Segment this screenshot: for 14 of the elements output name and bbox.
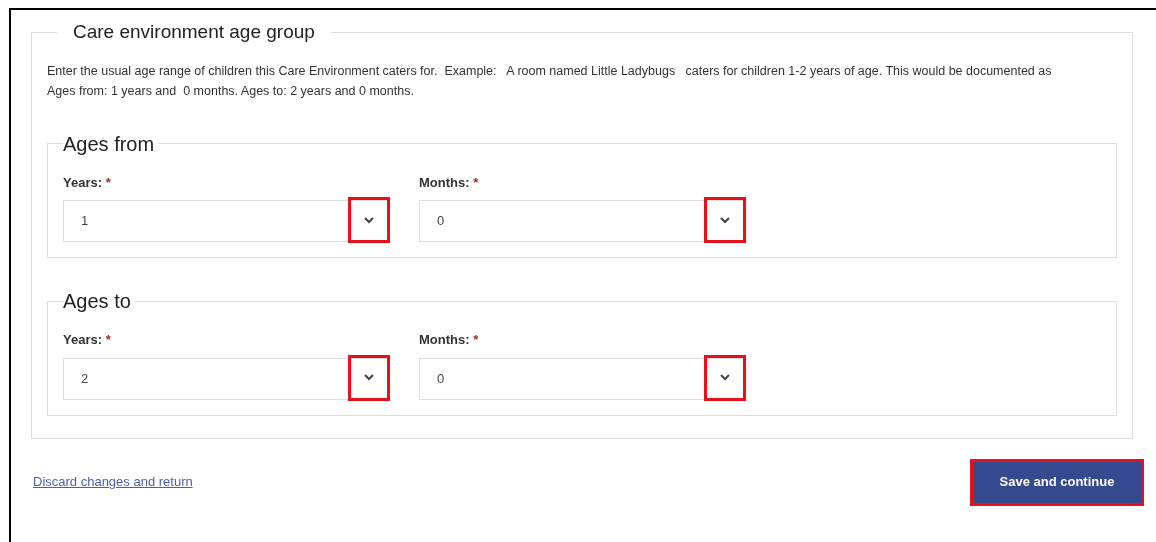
field-label: Years: *	[63, 331, 112, 349]
select-field[interactable]: 1	[63, 200, 389, 242]
group-title: Ages to	[63, 289, 132, 314]
save-button[interactable]: Save and continue	[970, 458, 1144, 506]
field-label: Years: *	[63, 173, 112, 192]
select-field[interactable]: 0	[419, 357, 745, 400]
discard-link[interactable]: Discard changes and return	[33, 472, 193, 492]
section-title: Care environment age group	[72, 20, 316, 44]
select-field[interactable]: 0	[419, 200, 745, 242]
select-field[interactable]: 2	[63, 357, 389, 400]
field-label: Months: *	[419, 331, 480, 349]
field-label: Months: *	[419, 173, 480, 192]
group-title: Ages from	[63, 131, 156, 157]
description-text: Enter the usual age range of children this Care Environment caters for. Example: A room named Little Ladybugs caters for children 1-2 years of age. This would be documented as Ages from: 1 years and 0 months. Ages to: 2 years and 0 months.	[47, 62, 1053, 100]
